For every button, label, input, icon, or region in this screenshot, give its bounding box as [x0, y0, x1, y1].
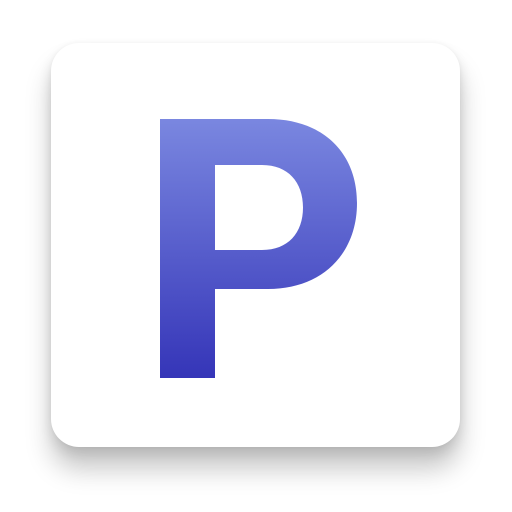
- app-icon[interactable]: [0, 0, 512, 512]
- letter-p-shape: [160, 119, 357, 378]
- letter-p-logo: [160, 119, 357, 378]
